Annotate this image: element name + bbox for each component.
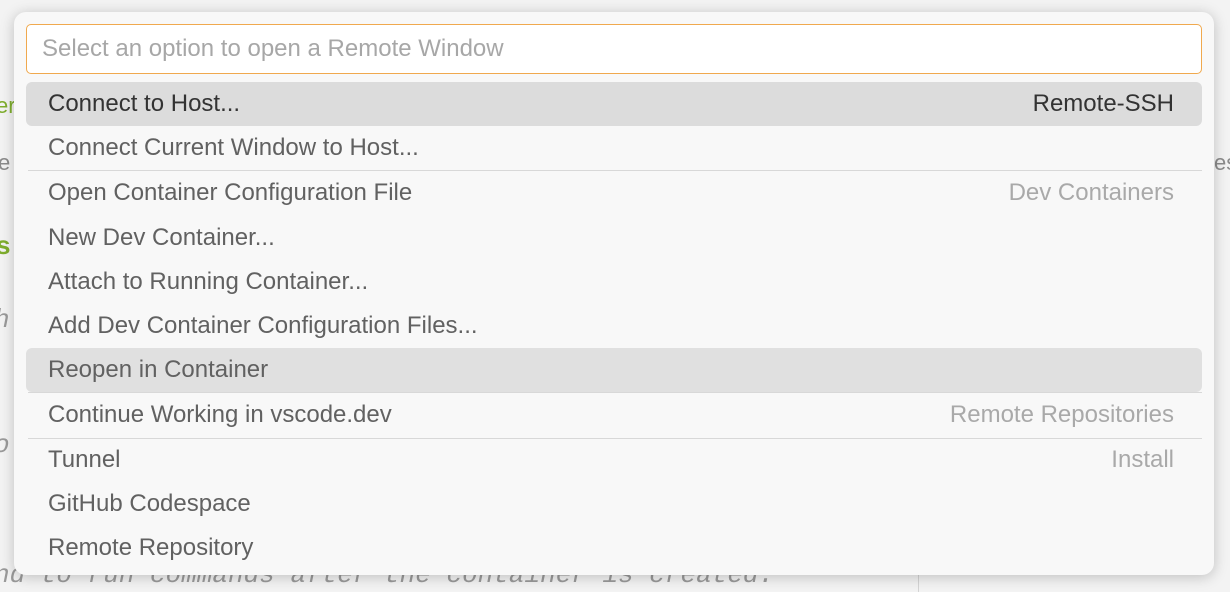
background-text-fragment: e: [0, 150, 11, 175]
option-label: GitHub Codespace: [48, 490, 251, 517]
option-continue-in-vscode-dev[interactable]: Continue Working in vscode.dev Remote Re…: [26, 392, 1202, 438]
option-github-codespace[interactable]: GitHub Codespace: [26, 482, 1202, 526]
option-list: Connect to Host... Remote-SSH Connect Cu…: [26, 82, 1202, 570]
option-connect-current-window[interactable]: Connect Current Window to Host...: [26, 126, 1202, 170]
option-remote-repository[interactable]: Remote Repository: [26, 526, 1202, 570]
option-label: Open Container Configuration File: [48, 179, 413, 206]
background-text-fragment: es: [1214, 150, 1230, 175]
option-open-container-config[interactable]: Open Container Configuration File Dev Co…: [26, 170, 1202, 216]
option-label: Attach to Running Container...: [48, 268, 369, 295]
option-description: Install: [1111, 446, 1174, 473]
option-connect-to-host[interactable]: Connect to Host... Remote-SSH: [26, 82, 1202, 126]
option-label: Continue Working in vscode.dev: [48, 401, 392, 428]
background-heading-fragment: s: [0, 230, 11, 260]
option-description: Remote Repositories: [949, 401, 1174, 428]
search-box[interactable]: [26, 24, 1202, 74]
option-description: Remote-SSH: [1032, 90, 1174, 117]
option-label: New Dev Container...: [48, 224, 275, 251]
option-label: Add Dev Container Configuration Files...: [48, 312, 478, 339]
background-text-fragment: h: [0, 305, 10, 335]
option-tunnel[interactable]: Tunnel Install: [26, 438, 1202, 482]
option-description: Dev Containers: [1008, 179, 1174, 206]
search-input[interactable]: [40, 34, 1188, 64]
remote-window-quick-pick: Connect to Host... Remote-SSH Connect Cu…: [14, 12, 1214, 575]
option-attach-running-container[interactable]: Attach to Running Container...: [26, 260, 1202, 304]
option-label: Connect to Host...: [48, 90, 241, 117]
option-label: Reopen in Container: [48, 356, 269, 383]
option-add-dev-container-config[interactable]: Add Dev Container Configuration Files...: [26, 304, 1202, 348]
option-label: Tunnel: [48, 446, 121, 473]
option-label: Connect Current Window to Host...: [48, 134, 419, 161]
background-text-fragment: o: [0, 430, 10, 460]
option-label: Remote Repository: [48, 534, 254, 561]
option-new-dev-container[interactable]: New Dev Container...: [26, 216, 1202, 260]
option-reopen-in-container[interactable]: Reopen in Container: [26, 348, 1202, 392]
